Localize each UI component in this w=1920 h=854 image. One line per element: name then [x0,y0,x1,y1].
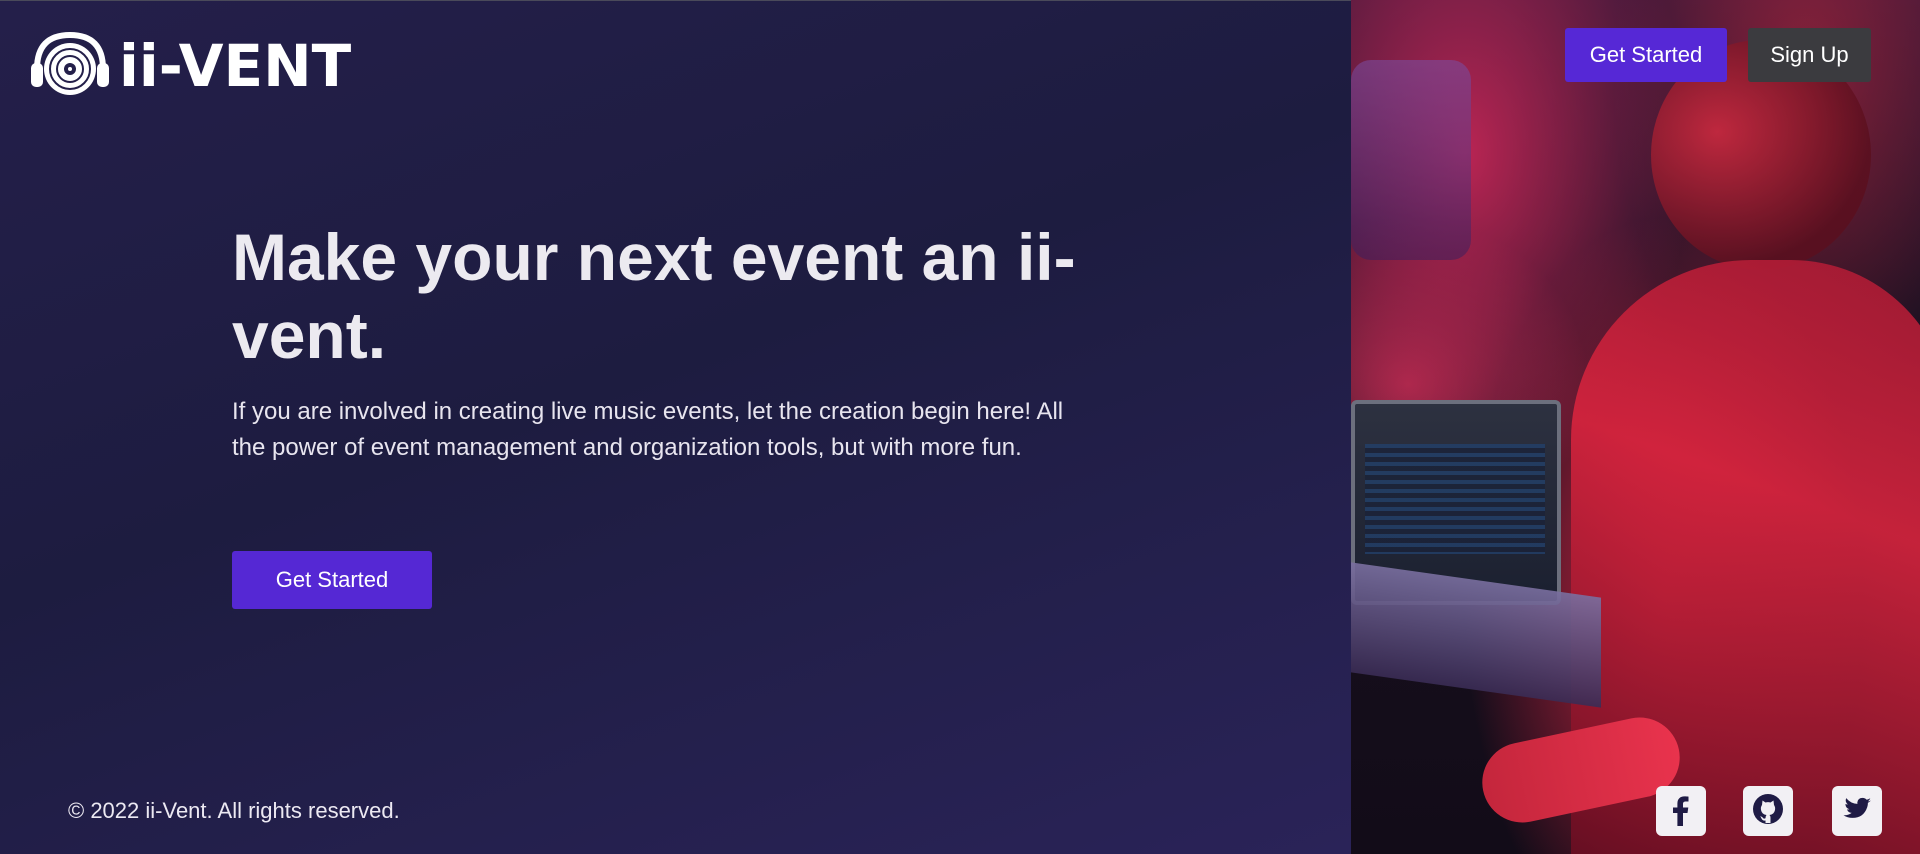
brand-logo[interactable]: ii-VENT [27,30,351,102]
github-link[interactable] [1743,786,1793,836]
hero-get-started-button[interactable]: Get Started [232,551,432,609]
hero-title: Make your next event an ii-vent. [232,220,1076,372]
github-icon [1751,792,1785,831]
facebook-link[interactable] [1656,786,1706,836]
vinyl-headphones-icon [27,29,113,104]
scene-keyboard [1351,562,1601,708]
hero-image-dj [1351,0,1920,854]
footer-copyright: © 2022 ii-Vent. All rights reserved. [68,798,400,823]
scene-background-light [1351,60,1471,260]
twitter-icon [1840,792,1874,831]
scene-laptop-screen [1365,444,1545,554]
brand-name: ii-VENT [119,32,352,100]
facebook-icon [1664,792,1698,831]
hero-description: If you are involved in creating live mus… [232,398,1064,461]
twitter-link[interactable] [1832,786,1882,836]
nav-sign-up-button[interactable]: Sign Up [1748,28,1871,82]
nav-get-started-button[interactable]: Get Started [1565,28,1727,82]
